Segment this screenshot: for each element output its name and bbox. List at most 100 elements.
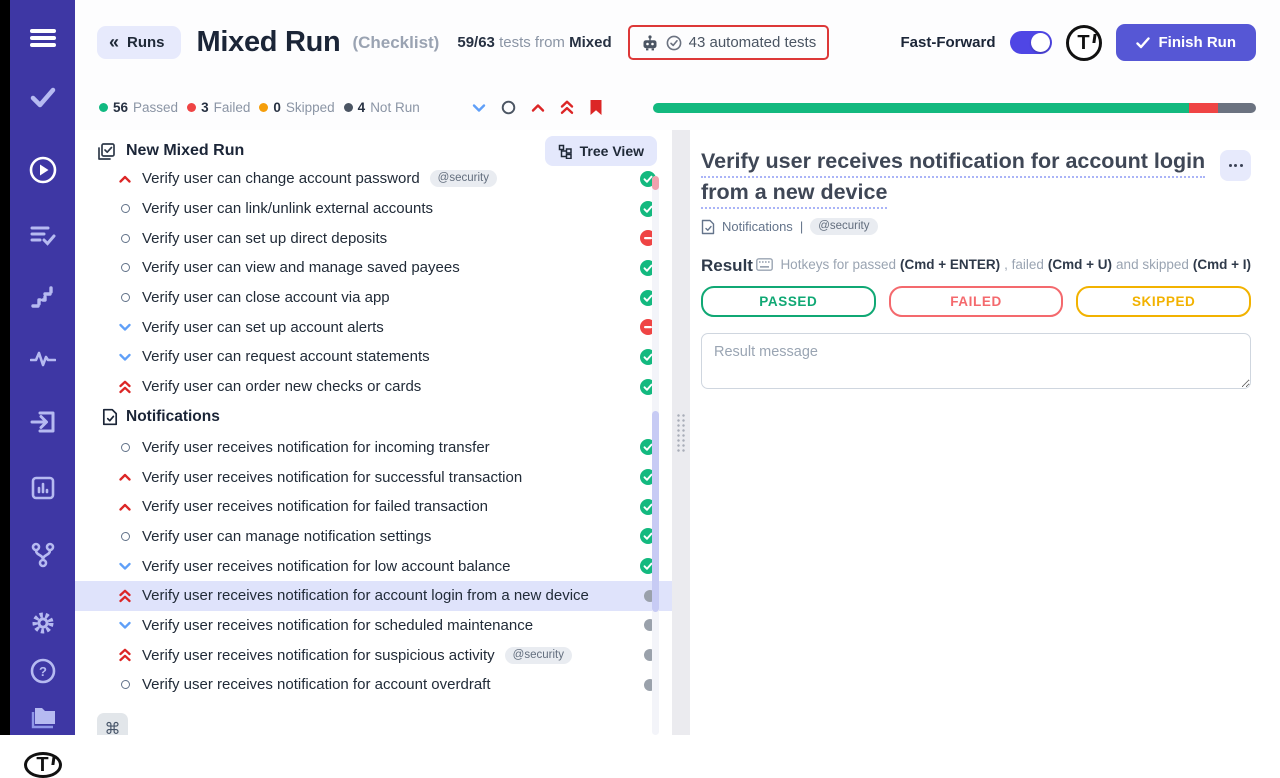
- suite-header[interactable]: Notifications: [75, 402, 672, 433]
- test-title: Verify user receives notification for fa…: [142, 498, 488, 515]
- suite-name: Notifications: [126, 408, 220, 426]
- test-title: Verify user can close account via app: [142, 289, 390, 306]
- stat-failed: 3Failed: [187, 100, 250, 115]
- test-meta: Notifications | @security: [701, 218, 1251, 235]
- report-icon[interactable]: [28, 476, 58, 500]
- circle-icon: [118, 532, 132, 541]
- test-row[interactable]: Verify user receives notification for in…: [75, 433, 672, 463]
- sign-in-icon[interactable]: [28, 410, 58, 434]
- test-title: Verify user receives notification for sc…: [142, 617, 533, 634]
- keyboard-icon: [756, 258, 773, 271]
- ellipsis-icon: [1229, 164, 1243, 167]
- scrollbar-failed-marker: [652, 176, 659, 190]
- brand-logo[interactable]: T: [1066, 25, 1102, 61]
- test-title[interactable]: Verify user receives notification for ac…: [701, 146, 1206, 208]
- play-circle-icon[interactable]: [28, 156, 58, 184]
- circle-icon: [118, 204, 132, 213]
- projects-folder-icon[interactable]: [28, 706, 58, 730]
- test-title: Verify user receives notification for ac…: [142, 587, 589, 604]
- test-row[interactable]: Verify user can close account via app: [75, 283, 672, 313]
- checklist-icon[interactable]: [28, 224, 58, 246]
- test-row[interactable]: Verify user can change account password@…: [75, 164, 672, 194]
- test-row[interactable]: Verify user can link/unlink external acc…: [75, 194, 672, 224]
- test-row[interactable]: Verify user receives notification for su…: [75, 640, 672, 670]
- menu-icon[interactable]: [28, 28, 58, 48]
- test-title: Verify user can change account password: [142, 170, 420, 187]
- robot-icon: [641, 35, 659, 51]
- test-title: Verify user can order new checks or card…: [142, 378, 421, 395]
- test-title: Verify user receives notification for ac…: [142, 676, 491, 693]
- tree-view-button[interactable]: Tree View: [545, 136, 657, 166]
- app-logo[interactable]: T: [24, 752, 62, 778]
- double-chevron-up-filter-icon[interactable]: [560, 100, 574, 115]
- scrollbar-thumb[interactable]: [652, 411, 659, 612]
- stat-not-run: 4Not Run: [344, 100, 420, 115]
- test-title: Verify user can link/unlink external acc…: [142, 200, 433, 217]
- chevron-down-icon: [118, 321, 132, 333]
- settings-gear-icon[interactable]: [28, 610, 58, 636]
- progress-segment: [1189, 103, 1218, 113]
- back-to-runs-button[interactable]: « Runs: [97, 26, 181, 59]
- chevron-up-icon: [118, 501, 132, 513]
- status-counts: 56Passed3Failed0Skipped4Not Run: [99, 100, 420, 115]
- test-row[interactable]: Verify user can order new checks or card…: [75, 372, 672, 402]
- fast-forward-label: Fast-Forward: [900, 34, 995, 51]
- result-message-input[interactable]: [701, 333, 1251, 389]
- chevron-down-filter-icon[interactable]: [472, 103, 486, 113]
- test-title: Verify user receives notification for lo…: [142, 558, 511, 575]
- skipped-button[interactable]: SKIPPED: [1076, 286, 1251, 317]
- test-row[interactable]: Verify user receives notification for ac…: [75, 581, 672, 611]
- failed-button[interactable]: FAILED: [889, 286, 1064, 317]
- test-row[interactable]: Verify user receives notification for lo…: [75, 551, 672, 581]
- check-icon[interactable]: [28, 86, 58, 108]
- test-row[interactable]: Verify user receives notification for sc…: [75, 611, 672, 641]
- test-row[interactable]: Verify user receives notification for ac…: [75, 670, 672, 700]
- drag-grip-icon: [676, 413, 686, 453]
- svg-text:?: ?: [39, 664, 47, 679]
- run-name: New Mixed Run: [126, 142, 244, 160]
- verdict-buttons: PASSED FAILED SKIPPED: [701, 286, 1251, 317]
- bookmark-icon[interactable]: [589, 99, 603, 116]
- help-icon[interactable]: ?: [28, 658, 58, 684]
- status-dot: [187, 103, 196, 112]
- priority-filter-icons: [472, 99, 603, 116]
- test-row[interactable]: Verify user receives notification for su…: [75, 462, 672, 492]
- stat-passed: 56Passed: [99, 100, 178, 115]
- sidebar: ? T: [10, 0, 75, 735]
- test-title: Verify user receives notification for in…: [142, 439, 490, 456]
- panel-resizer[interactable]: [672, 130, 690, 735]
- finish-run-button[interactable]: Finish Run: [1116, 24, 1257, 61]
- circle-filter-icon[interactable]: [501, 100, 516, 115]
- branch-icon[interactable]: [28, 542, 58, 568]
- test-row[interactable]: Verify user can manage notification sett…: [75, 522, 672, 552]
- run-progress-bar: [653, 103, 1256, 113]
- run-summary-bar: 56Passed3Failed0Skipped4Not Run: [75, 85, 1280, 130]
- check-icon: [1136, 37, 1150, 49]
- activity-icon[interactable]: [28, 350, 58, 368]
- status-dot: [99, 103, 108, 112]
- tag-badge[interactable]: @security: [810, 218, 877, 235]
- test-row[interactable]: Verify user can request account statemen…: [75, 342, 672, 372]
- test-row[interactable]: Verify user can set up account alerts: [75, 312, 672, 342]
- fast-forward-toggle[interactable]: [1010, 31, 1052, 54]
- suite-name[interactable]: Notifications: [722, 219, 793, 234]
- test-title: Verify user can manage notification sett…: [142, 528, 431, 545]
- chevron-up-filter-icon[interactable]: [531, 103, 545, 113]
- test-row[interactable]: Verify user can set up direct deposits: [75, 223, 672, 253]
- test-row[interactable]: Verify user receives notification for fa…: [75, 492, 672, 522]
- chevron-down-icon: [118, 560, 132, 572]
- passed-button[interactable]: PASSED: [701, 286, 876, 317]
- command-key-hint[interactable]: ⌘: [97, 713, 128, 735]
- test-title: Verify user receives notification for su…: [142, 647, 495, 664]
- tag-badge: @security: [505, 647, 572, 664]
- list-scrollbar[interactable]: [652, 176, 659, 735]
- result-heading: Result: [701, 256, 753, 276]
- steps-icon[interactable]: [28, 286, 58, 308]
- circle-icon: [118, 443, 132, 452]
- double-chevron-left-icon: «: [109, 35, 119, 49]
- page-title: Mixed Run: [197, 26, 341, 59]
- chevron-down-icon: [118, 619, 132, 631]
- test-row[interactable]: Verify user can view and manage saved pa…: [75, 253, 672, 283]
- test-title: Verify user receives notification for su…: [142, 469, 522, 486]
- more-options-button[interactable]: [1220, 150, 1251, 181]
